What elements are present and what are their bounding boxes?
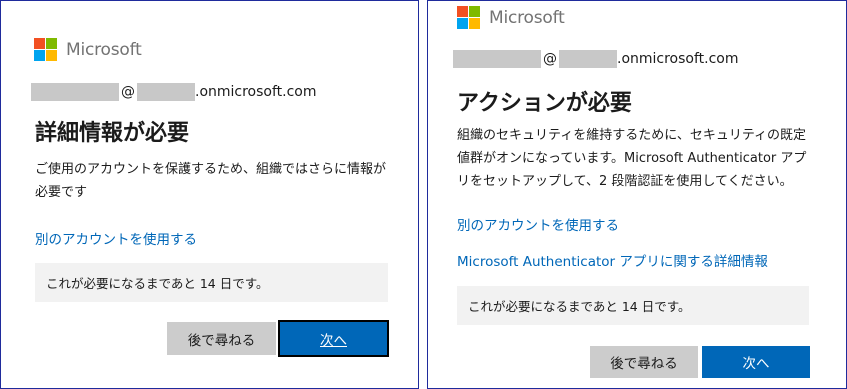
- redacted-tenant: [559, 50, 617, 68]
- next-button[interactable]: 次へ: [702, 346, 810, 378]
- microsoft-logo-icon: [34, 38, 57, 61]
- microsoft-logo-text: Microsoft: [489, 7, 565, 28]
- page-title: 詳細情報が必要: [35, 121, 190, 146]
- next-button[interactable]: 次へ: [278, 320, 389, 357]
- signin-dialog-action-required: Microsoft @ .onmicrosoft.com アクションが必要 組織…: [427, 0, 847, 389]
- microsoft-logo: Microsoft: [34, 38, 142, 61]
- next-button-label: 次へ: [320, 332, 347, 349]
- microsoft-logo-text: Microsoft: [66, 39, 142, 60]
- account-identifier: @ .onmicrosoft.com: [31, 83, 317, 101]
- deadline-notice: これが必要になるまであと 14 日です。: [35, 263, 388, 302]
- page-description: 組織のセキュリティを維持するために、セキュリティの既定値群がオンになっています。…: [457, 128, 807, 189]
- signin-dialog-more-info: Microsoft @ .onmicrosoft.com 詳細情報が必要 ご使用…: [0, 0, 419, 389]
- deadline-notice: これが必要になるまであと 14 日です。: [457, 286, 809, 325]
- next-button-label: 次へ: [742, 356, 770, 372]
- use-another-account-link[interactable]: 別のアカウントを使用する: [457, 214, 619, 234]
- page-title: アクションが必要: [457, 91, 632, 116]
- redacted-username: [453, 50, 541, 68]
- microsoft-logo-icon: [457, 6, 480, 29]
- page-description: ご使用のアカウントを保護するため、組織ではさらに情報が必要です: [35, 162, 387, 200]
- account-at-sign: @: [121, 84, 135, 100]
- account-at-sign: @: [543, 51, 557, 67]
- account-identifier: @ .onmicrosoft.com: [453, 50, 739, 68]
- redacted-tenant: [137, 83, 195, 101]
- account-domain-suffix: .onmicrosoft.com: [195, 84, 317, 100]
- ask-later-button[interactable]: 後で尋ねる: [167, 322, 276, 355]
- ask-later-button[interactable]: 後で尋ねる: [590, 346, 698, 378]
- account-domain-suffix: .onmicrosoft.com: [617, 51, 739, 67]
- microsoft-logo: Microsoft: [457, 6, 565, 29]
- use-another-account-link[interactable]: 別のアカウントを使用する: [35, 228, 197, 248]
- redacted-username: [31, 83, 119, 101]
- authenticator-info-link[interactable]: Microsoft Authenticator アプリに関する詳細情報: [457, 250, 768, 270]
